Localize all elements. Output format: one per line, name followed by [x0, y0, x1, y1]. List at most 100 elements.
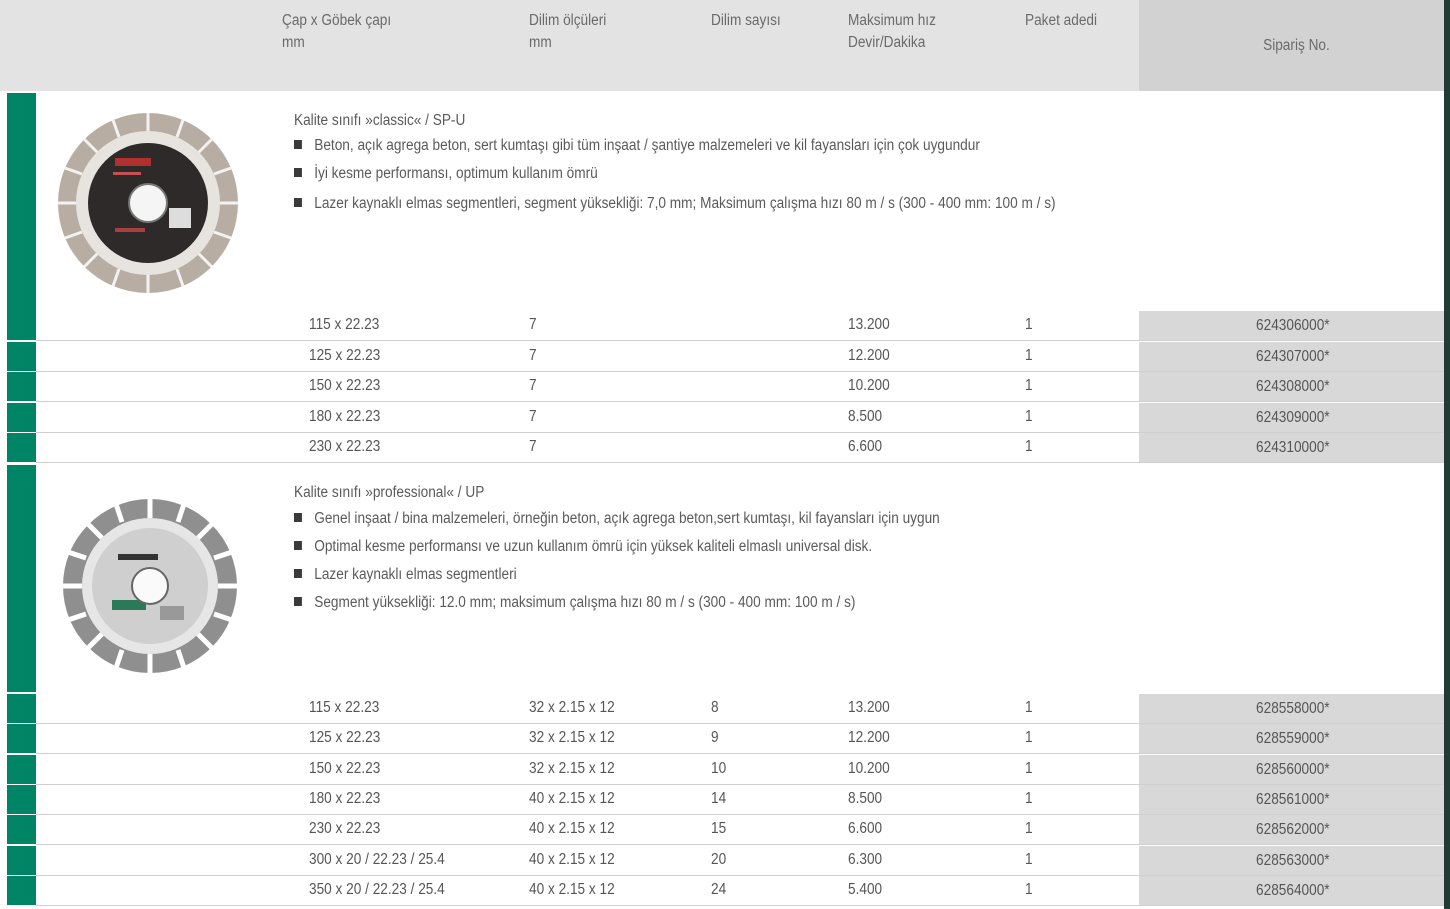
cell-order-number: 624307000* [1256, 347, 1330, 365]
cell-segment: 40 x 2.15 x 12 [529, 789, 615, 807]
bullet-text: Lazer kaynaklı elmas segmentleri, segmen… [314, 195, 1056, 212]
cell-order-number: 624308000* [1256, 378, 1330, 395]
cell-order-number: 628561000* [1256, 790, 1330, 808]
header-segment-label: Dilim ölçüleri [529, 12, 607, 29]
cell-diameter: 125 x 22.23 [309, 346, 381, 364]
cell-segment: 32 x 2.15 x 12 [529, 759, 615, 777]
bullet-square-icon [294, 168, 302, 177]
table-row: 150 x 22.23 7 10.200 1 624308000* [0, 372, 1444, 402]
cell-pack: 1 [1025, 377, 1033, 394]
header-order-cell: Sipariş No. [1139, 0, 1444, 91]
cell-order-number: 628562000* [1256, 821, 1330, 839]
cell-segcount: 24 [711, 880, 727, 898]
cell-speed: 10.200 [848, 759, 890, 777]
row-marker [7, 402, 36, 432]
cell-segcount: 15 [711, 820, 727, 838]
cell-diameter: 300 x 20 / 22.23 / 25.4 [309, 850, 445, 868]
row-marker [7, 311, 36, 340]
row-marker [7, 433, 36, 462]
table-row: 230 x 22.23 7 6.600 1 624310000* [0, 433, 1444, 463]
cell-segment: 32 x 2.15 x 12 [529, 729, 615, 747]
header-diameter: Çap x Göbek çapı mm [282, 10, 391, 54]
section-marker [7, 93, 36, 311]
section-title-classic: Kalite sınıfı »classic« / SP-U [294, 112, 466, 129]
row-marker [7, 372, 36, 401]
row-marker [7, 341, 36, 371]
professional-diamond-disc-icon [62, 498, 238, 674]
cell-order-number: 624306000* [1256, 317, 1330, 334]
catalog-page: Çap x Göbek çapı mm Dilim ölçüleri mm Di… [0, 0, 1450, 909]
row-divider [36, 462, 1444, 463]
cell-speed: 6.600 [848, 438, 883, 455]
row-marker [7, 875, 36, 905]
cell-segment: 32 x 2.15 x 12 [529, 699, 615, 716]
cell-speed: 6.600 [848, 820, 883, 838]
bullet-square-icon [294, 597, 302, 606]
header-pack: Paket adedi [1025, 10, 1097, 32]
table-row: 230 x 22.23 40 x 2.15 x 12 15 6.600 1 6285620… [0, 815, 1444, 846]
cell-diameter: 150 x 22.23 [309, 377, 381, 394]
cell-speed: 12.200 [848, 729, 890, 747]
cell-segment: 40 x 2.15 x 12 [529, 880, 615, 898]
classic-diamond-disc-icon [58, 113, 238, 293]
row-divider [36, 904, 1444, 906]
cell-pack: 1 [1025, 316, 1033, 333]
cell-segment: 7 [529, 377, 537, 394]
page-edge [1444, 0, 1450, 909]
cell-segcount: 8 [711, 699, 719, 716]
table-row: 300 x 20 / 22.23 / 25.4 40 x 2.15 x 12 20 6… [0, 845, 1444, 876]
table-row: 180 x 22.23 7 8.500 1 624309000* [0, 402, 1444, 433]
cell-order-number: 628558000* [1256, 700, 1330, 717]
cell-pack: 1 [1025, 699, 1033, 716]
row-marker [7, 724, 36, 754]
cell-speed: 8.500 [848, 789, 883, 807]
cell-diameter: 230 x 22.23 [309, 820, 381, 838]
table-header: Çap x Göbek çapı mm Dilim ölçüleri mm Di… [0, 0, 1444, 91]
cell-diameter: 150 x 22.23 [309, 759, 381, 777]
cell-segcount: 10 [711, 759, 727, 777]
cell-segcount: 14 [711, 789, 727, 807]
bullet-text: Beton, açık agrega beton, sert kumtaşı g… [314, 137, 980, 154]
table-row: 125 x 22.23 7 12.200 1 624307000* [0, 341, 1444, 372]
cell-order-number: 628560000* [1256, 760, 1330, 778]
cell-pack: 1 [1025, 789, 1033, 807]
cell-diameter: 180 x 22.23 [309, 407, 381, 425]
bullet-text: Segment yüksekliği: 12.0 mm; maksimum ça… [314, 594, 856, 611]
cell-pack: 1 [1025, 850, 1033, 868]
header-diameter-label: Çap x Göbek çapı [282, 12, 392, 29]
table-row: 350 x 20 / 22.23 / 25.4 40 x 2.15 x 12 24 5… [0, 875, 1444, 906]
table-row: 180 x 22.23 40 x 2.15 x 12 14 8.500 1 6285610… [0, 784, 1444, 815]
bullet-item: Segment yüksekliği: 12.0 mm; maksimum ça… [294, 594, 855, 612]
cell-segment: 7 [529, 346, 537, 364]
cell-diameter: 230 x 22.23 [309, 438, 381, 455]
cell-speed: 5.400 [848, 880, 883, 898]
header-speed-label: Maksimum hız [848, 12, 936, 29]
bullet-square-icon [294, 569, 302, 578]
header-segcount: Dilim sayısı [711, 10, 781, 32]
cell-pack: 1 [1025, 346, 1033, 364]
cell-pack: 1 [1025, 407, 1033, 425]
bullet-text: Optimal kesme performansı ve uzun kullan… [314, 538, 873, 555]
bullet-square-icon [294, 140, 302, 149]
table-row: 115 x 22.23 32 x 2.15 x 12 8 13.200 1 6285580… [0, 694, 1444, 724]
cell-diameter: 115 x 22.23 [309, 316, 380, 333]
cell-speed: 8.500 [848, 407, 883, 425]
cell-order-number: 628563000* [1256, 851, 1330, 869]
cell-pack: 1 [1025, 438, 1033, 455]
cell-diameter: 180 x 22.23 [309, 789, 381, 807]
cell-segment: 7 [529, 407, 537, 425]
bullet-item: Optimal kesme performansı ve uzun kullan… [294, 538, 872, 556]
cell-speed: 10.200 [848, 377, 890, 394]
row-marker [7, 694, 36, 723]
bullet-item: İyi kesme performansı, optimum kullanım … [294, 165, 598, 183]
header-speed: Maksimum hız Devir/Dakika [848, 10, 936, 54]
cell-segment: 40 x 2.15 x 12 [529, 820, 615, 838]
cell-order-number: 624309000* [1256, 408, 1330, 426]
cell-pack: 1 [1025, 880, 1033, 898]
row-marker [7, 815, 36, 845]
bullet-square-icon [294, 198, 302, 207]
cell-diameter: 125 x 22.23 [309, 729, 381, 747]
bullet-text: İyi kesme performansı, optimum kullanım … [314, 165, 598, 182]
row-marker [7, 845, 36, 875]
table-row: 150 x 22.23 32 x 2.15 x 12 10 10.200 1 628560… [0, 754, 1444, 785]
